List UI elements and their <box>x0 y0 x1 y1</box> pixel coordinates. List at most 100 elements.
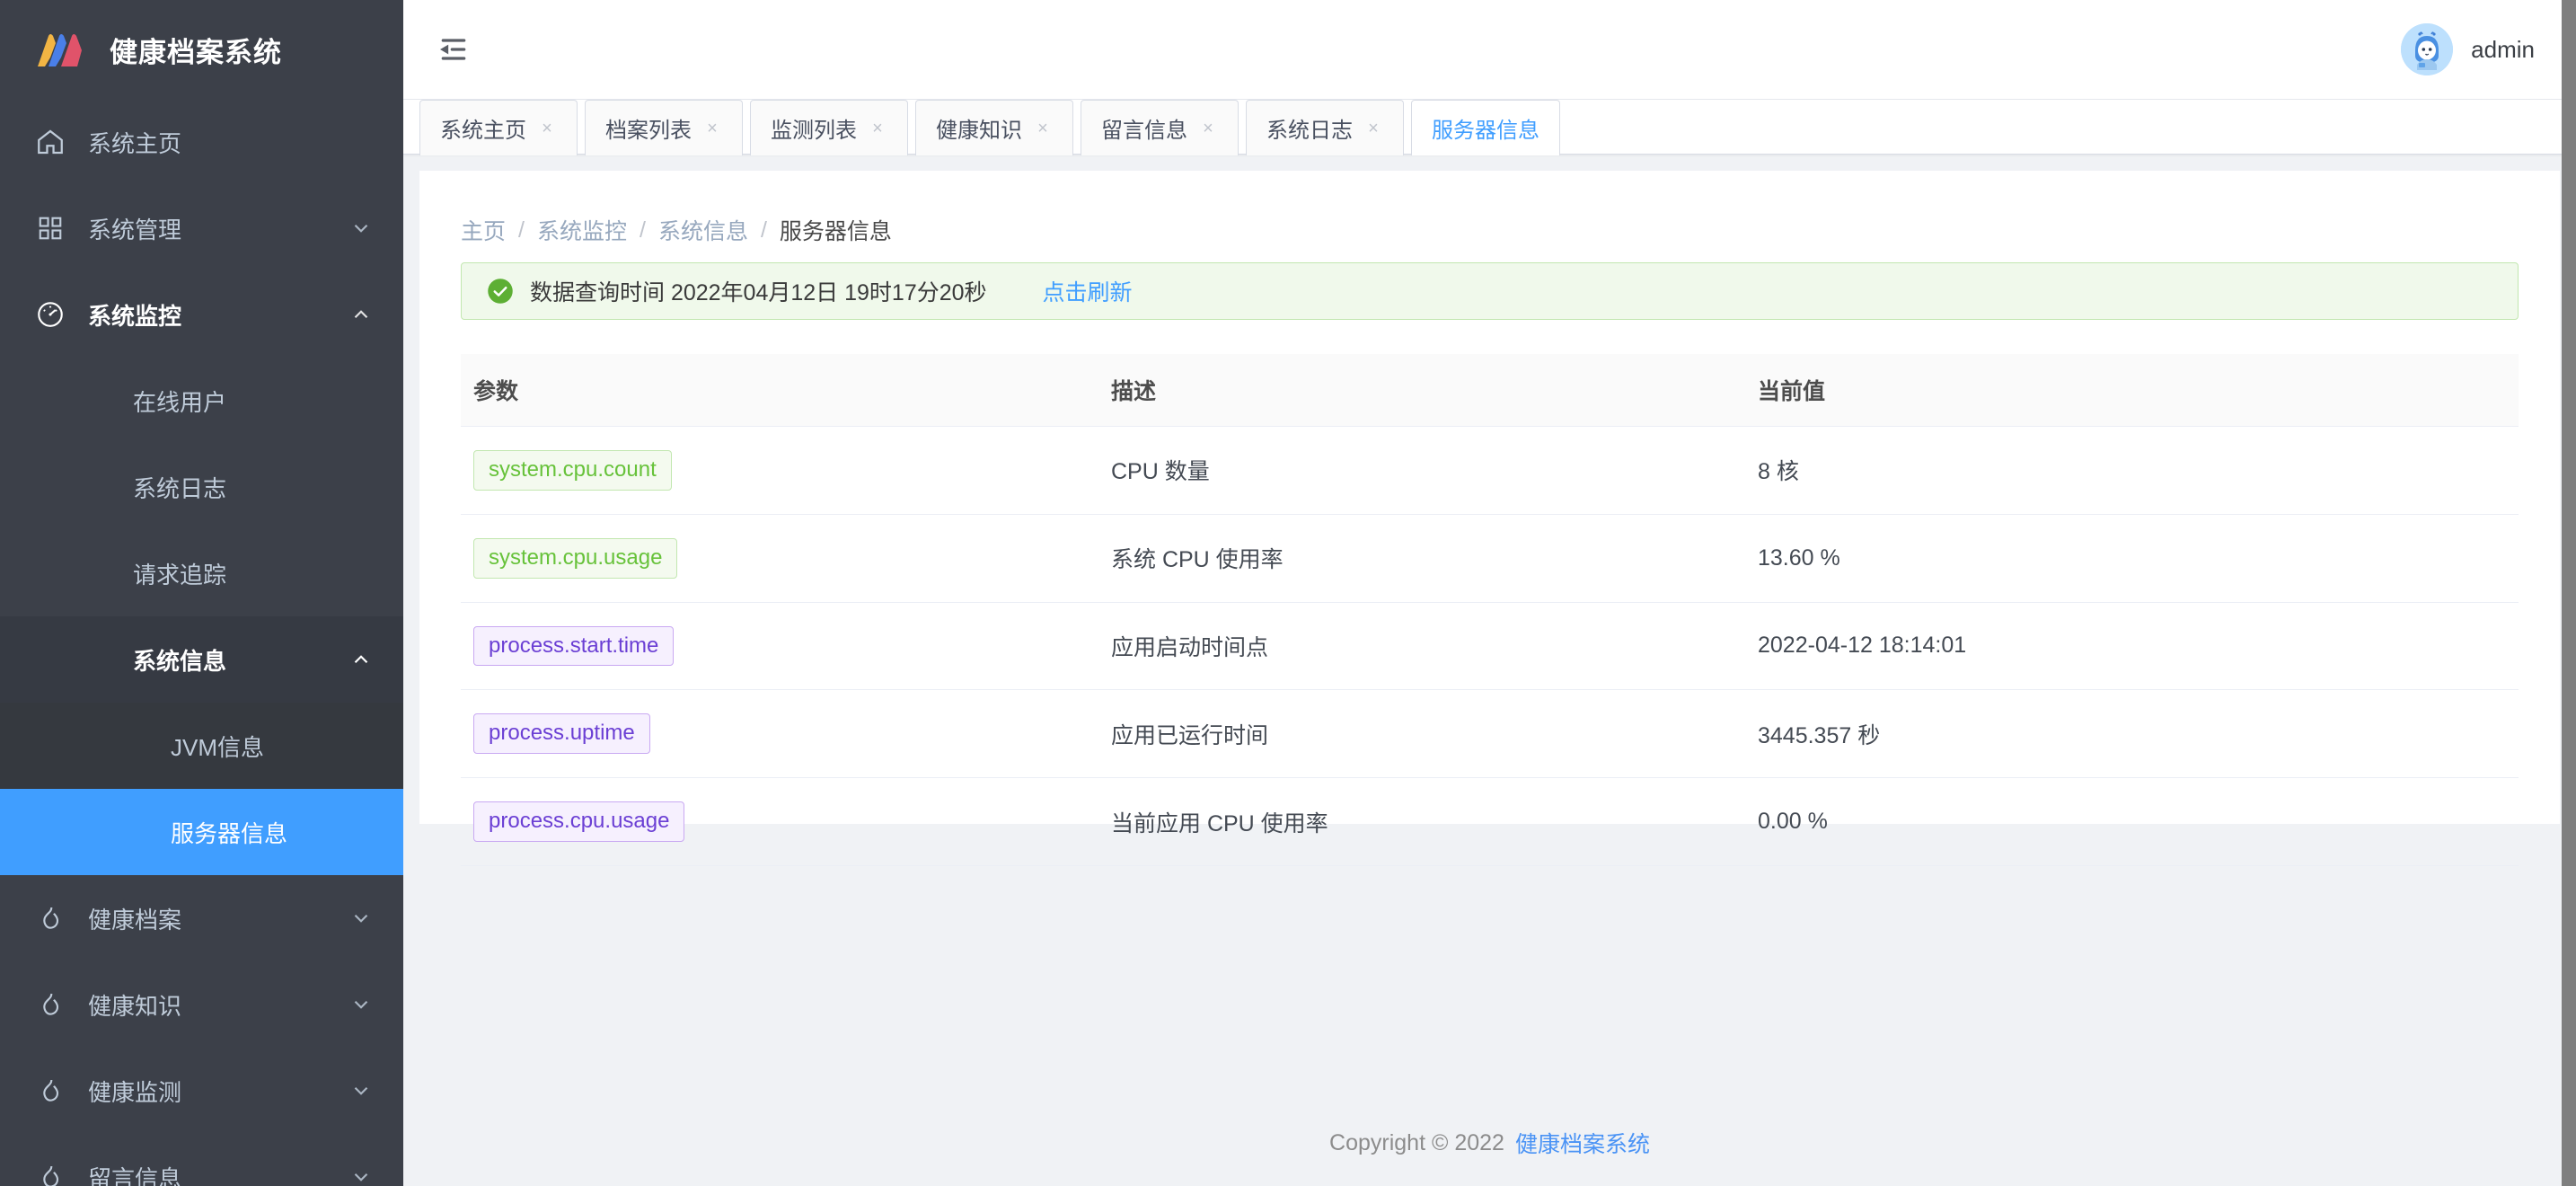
close-icon[interactable]: × <box>1198 119 1218 138</box>
footer-brand-link[interactable]: 健康档案系统 <box>1515 1127 1650 1159</box>
table-header-row: 参数 描述 当前值 <box>461 354 2519 427</box>
column-header-param: 参数 <box>461 354 1098 427</box>
sidebar-item-health-monitor[interactable]: 健康监测 <box>0 1048 403 1134</box>
breadcrumb: 主页 / 系统监控 / 系统信息 / 服务器信息 <box>419 171 2560 252</box>
sidebar-item-system-monitor[interactable]: 系统监控 <box>0 271 403 358</box>
param-tag: process.start.time <box>473 625 675 667</box>
chevron-down-icon <box>349 993 373 1016</box>
tab-health-knowledge[interactable]: 健康知识 × <box>915 100 1073 155</box>
chevron-down-icon <box>349 1079 373 1102</box>
gauge-icon <box>34 298 66 331</box>
app-logo-icon <box>38 34 82 66</box>
sidebar-item-health-knowledge[interactable]: 健康知识 <box>0 961 403 1048</box>
breadcrumb-separator: / <box>760 217 767 243</box>
top-navbar: admin <box>403 0 2576 99</box>
cell-desc: 应用启动时间点 <box>1098 602 1745 691</box>
param-tag: process.uptime <box>473 713 650 755</box>
sidebar-item-system-info[interactable]: 系统信息 <box>0 616 403 703</box>
cell-value: 2022-04-12 18:14:01 <box>1745 602 2519 691</box>
sidebar-menu: 系统主页 系统管理 系统监控 在线用户 系统日志 请求追踪 系统信息 JVM信息… <box>0 99 403 1186</box>
tab-label: 档案列表 <box>605 119 692 143</box>
sidebar-item-request-trace[interactable]: 请求追踪 <box>0 530 403 616</box>
server-info-table: 参数 描述 当前值 system.cpu.count CPU 数量 8 核 sy… <box>461 354 2519 866</box>
table-body: system.cpu.count CPU 数量 8 核 system.cpu.u… <box>461 426 2519 866</box>
tab-label: 健康知识 <box>936 119 1022 143</box>
cell-param: process.start.time <box>461 602 1098 691</box>
tab-system-home[interactable]: 系统主页 × <box>419 100 578 155</box>
param-tag: system.cpu.usage <box>473 537 678 579</box>
flame-icon <box>34 902 66 934</box>
sidebar-item-jvm-info[interactable]: JVM信息 <box>0 703 403 789</box>
page-body: 主页 / 系统监控 / 系统信息 / 服务器信息 数据查询时间 2022年04月… <box>403 155 2576 1186</box>
cell-value: 0.00 % <box>1745 777 2519 866</box>
app-title: 健康档案系统 <box>110 36 282 68</box>
refresh-link[interactable]: 点击刷新 <box>1043 275 1133 307</box>
scrollbar-thumb[interactable] <box>2562 0 2576 1186</box>
fold-menu-icon[interactable] <box>436 31 472 67</box>
main-area: admin 系统主页 × 档案列表 × 监测列表 × 健康知识 × 留言信息 ×… <box>403 0 2576 1186</box>
breadcrumb-separator: / <box>518 217 525 243</box>
submenu-system-monitor: 在线用户 系统日志 请求追踪 系统信息 JVM信息 服务器信息 <box>0 358 403 875</box>
tab-record-list[interactable]: 档案列表 × <box>585 100 743 155</box>
sidebar-subsubitem-label: JVM信息 <box>171 733 265 761</box>
flame-icon <box>34 1161 66 1186</box>
sidebar-item-home[interactable]: 系统主页 <box>0 99 403 185</box>
tab-system-log[interactable]: 系统日志 × <box>1246 100 1404 155</box>
copyright-text: Copyright © 2022 <box>1329 1129 1504 1155</box>
close-icon[interactable]: × <box>1363 119 1383 138</box>
column-header-desc: 描述 <box>1098 354 1745 427</box>
close-icon[interactable]: × <box>1033 119 1053 138</box>
close-icon[interactable]: × <box>537 119 557 138</box>
sidebar-subsubitem-label: 服务器信息 <box>171 819 288 847</box>
content-card: 主页 / 系统监控 / 系统信息 / 服务器信息 数据查询时间 2022年04月… <box>419 171 2560 866</box>
tab-messages[interactable]: 留言信息 × <box>1081 100 1239 155</box>
sidebar-item-health-record[interactable]: 健康档案 <box>0 875 403 961</box>
app-root: 健康档案系统 系统主页 系统管理 系统监控 在线用户 系统日志 请求追踪 系统信… <box>0 0 2576 1186</box>
sidebar-item-server-info[interactable]: 服务器信息 <box>0 789 403 875</box>
sidebar-item-label: 留言信息 <box>88 1164 182 1186</box>
sidebar-item-system-log[interactable]: 系统日志 <box>0 444 403 530</box>
flame-icon <box>34 1075 66 1107</box>
close-icon[interactable]: × <box>868 119 887 138</box>
cell-param: process.uptime <box>461 689 1098 779</box>
cell-param: system.cpu.count <box>461 426 1098 515</box>
cell-desc: 应用已运行时间 <box>1098 689 1745 779</box>
sidebar-item-messages[interactable]: 留言信息 <box>0 1134 403 1186</box>
table-row: process.start.time 应用启动时间点 2022-04-12 18… <box>461 602 2519 691</box>
breadcrumb-separator: / <box>639 217 646 243</box>
cell-desc: CPU 数量 <box>1098 426 1745 515</box>
table-row: process.cpu.usage 当前应用 CPU 使用率 0.00 % <box>461 777 2519 866</box>
cell-param: process.cpu.usage <box>461 777 1098 866</box>
tab-label: 系统主页 <box>440 119 526 143</box>
breadcrumb-item-current: 服务器信息 <box>779 219 892 244</box>
sidebar-subitem-label: 请求追踪 <box>133 561 227 589</box>
tab-label: 系统日志 <box>1266 119 1353 143</box>
sidebar-item-label: 系统监控 <box>88 302 182 330</box>
cell-value: 3445.357 秒 <box>1745 689 2519 779</box>
tab-label: 监测列表 <box>771 119 857 143</box>
tab-server-info[interactable]: 服务器信息 <box>1411 100 1560 155</box>
sidebar-item-label: 健康知识 <box>88 992 182 1020</box>
cell-param: system.cpu.usage <box>461 514 1098 603</box>
tab-label: 服务器信息 <box>1432 119 1539 143</box>
sidebar-item-online-users[interactable]: 在线用户 <box>0 358 403 444</box>
sidebar-item-system-management[interactable]: 系统管理 <box>0 185 403 271</box>
sidebar: 健康档案系统 系统主页 系统管理 系统监控 在线用户 系统日志 请求追踪 系统信… <box>0 0 403 1186</box>
breadcrumb-item-monitor[interactable]: 系统监控 <box>537 214 627 246</box>
table-header: 参数 描述 当前值 <box>461 354 2519 427</box>
breadcrumb-item-sysinfo[interactable]: 系统信息 <box>658 214 748 246</box>
sidebar-logo[interactable]: 健康档案系统 <box>0 0 403 99</box>
close-icon[interactable]: × <box>702 119 722 138</box>
param-tag: process.cpu.usage <box>473 801 685 842</box>
table-row: system.cpu.usage 系统 CPU 使用率 13.60 % <box>461 514 2519 603</box>
sidebar-item-label: 健康档案 <box>88 906 182 934</box>
chevron-up-icon <box>349 648 373 671</box>
sidebar-item-label: 系统主页 <box>88 129 182 157</box>
user-menu[interactable]: admin <box>2401 23 2535 75</box>
vertical-scrollbar[interactable] <box>2562 0 2576 1186</box>
grid-icon <box>34 212 66 244</box>
sidebar-subitem-label: 系统信息 <box>133 647 227 675</box>
breadcrumb-item-home[interactable]: 主页 <box>461 214 506 246</box>
table-row: system.cpu.count CPU 数量 8 核 <box>461 426 2519 515</box>
tab-monitor-list[interactable]: 监测列表 × <box>750 100 908 155</box>
